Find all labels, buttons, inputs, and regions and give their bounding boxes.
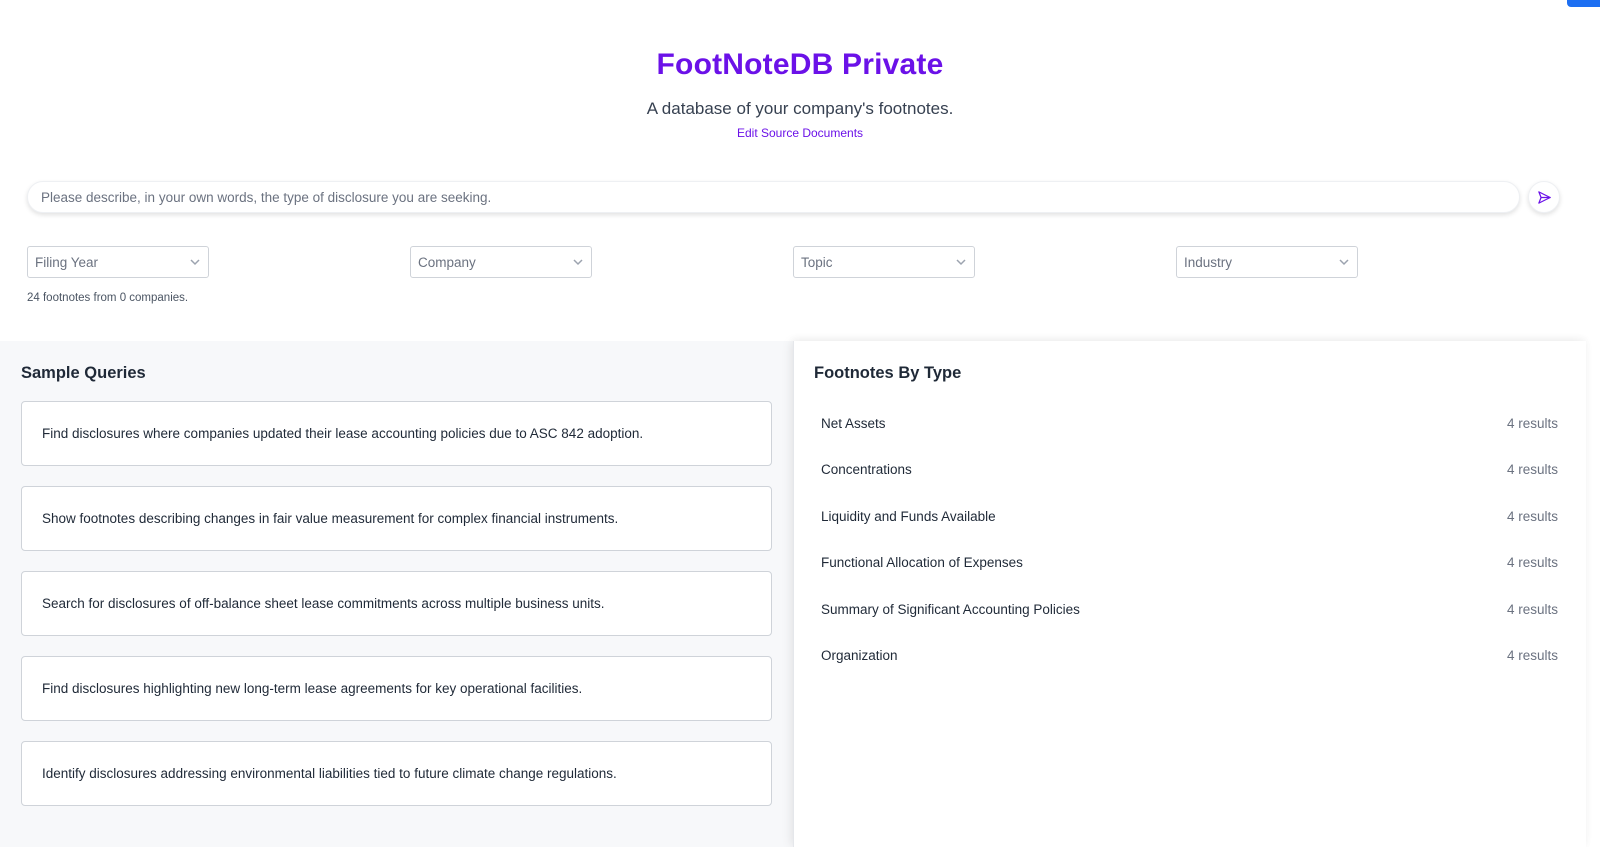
topic-label: Topic <box>801 254 833 270</box>
footnotes-by-type-title: Footnotes By Type <box>814 364 962 382</box>
footnote-type-row[interactable]: Summary of Significant Accounting Polici… <box>814 586 1565 633</box>
footnote-type-name: Concentrations <box>821 462 912 478</box>
sample-query-card[interactable]: Show footnotes describing changes in fai… <box>21 486 772 551</box>
chevron-down-icon <box>190 259 200 266</box>
send-button[interactable] <box>1528 181 1560 213</box>
chevron-down-icon <box>573 259 583 266</box>
footnote-type-list: Net Assets 4 results Concentrations 4 re… <box>814 400 1565 679</box>
sample-query-card[interactable]: Search for disclosures of off-balance sh… <box>21 571 772 636</box>
footnote-type-name: Net Assets <box>821 415 886 431</box>
sample-queries-panel: Sample Queries Find disclosures where co… <box>0 341 793 847</box>
footnote-type-name: Organization <box>821 648 898 664</box>
footnote-type-row[interactable]: Liquidity and Funds Available 4 results <box>814 493 1565 540</box>
sample-queries-title: Sample Queries <box>21 364 146 382</box>
edit-source-documents-link[interactable]: Edit Source Documents <box>737 126 863 140</box>
sample-query-card[interactable]: Find disclosures highlighting new long-t… <box>21 656 772 721</box>
sample-query-card[interactable]: Find disclosures where companies updated… <box>21 401 772 466</box>
footnote-type-count: 4 results <box>1506 648 1558 664</box>
footnote-type-row[interactable]: Net Assets 4 results <box>814 400 1565 447</box>
footnote-type-row[interactable]: Functional Allocation of Expenses 4 resu… <box>814 540 1565 587</box>
industry-label: Industry <box>1184 254 1233 270</box>
footnote-type-row[interactable]: Concentrations 4 results <box>814 447 1565 494</box>
chevron-down-icon <box>1339 259 1349 266</box>
footnote-type-count: 4 results <box>1506 508 1558 524</box>
footnote-type-count: 4 results <box>1506 601 1558 617</box>
footnote-type-count: 4 results <box>1506 555 1558 571</box>
footnote-type-name: Functional Allocation of Expenses <box>821 555 1023 571</box>
sample-queries-list: Find disclosures where companies updated… <box>21 401 772 806</box>
corner-button[interactable] <box>1567 0 1600 7</box>
page-subtitle: A database of your company's footnotes. <box>646 99 954 118</box>
sample-query-card[interactable]: Identify disclosures addressing environm… <box>21 741 772 806</box>
send-icon <box>1537 190 1551 204</box>
footnotes-by-type-panel: Footnotes By Type Net Assets 4 results C… <box>793 341 1586 847</box>
footnote-type-row[interactable]: Organization 4 results <box>814 633 1565 680</box>
footnote-type-name: Summary of Significant Accounting Polici… <box>821 601 1080 617</box>
filing-year-label: Filing Year <box>35 254 99 270</box>
filter-bar: Filing Year Company Topic Industry <box>27 246 1567 278</box>
industry-select[interactable]: Industry <box>1176 246 1358 278</box>
company-select[interactable]: Company <box>410 246 592 278</box>
chevron-down-icon <box>956 259 966 266</box>
footnote-type-count: 4 results <box>1506 415 1558 431</box>
footnote-type-count: 4 results <box>1506 462 1558 478</box>
topic-select[interactable]: Topic <box>793 246 975 278</box>
footnote-type-name: Liquidity and Funds Available <box>821 508 996 524</box>
results-summary: 24 footnotes from 0 companies. <box>27 292 189 304</box>
search-bar <box>27 181 1560 215</box>
company-label: Company <box>418 254 476 270</box>
search-input[interactable] <box>27 181 1520 213</box>
page-title: FootNoteDB Private <box>656 48 944 81</box>
page-header: FootNoteDB Private A database of your co… <box>0 0 1600 142</box>
filing-year-select[interactable]: Filing Year <box>27 246 209 278</box>
